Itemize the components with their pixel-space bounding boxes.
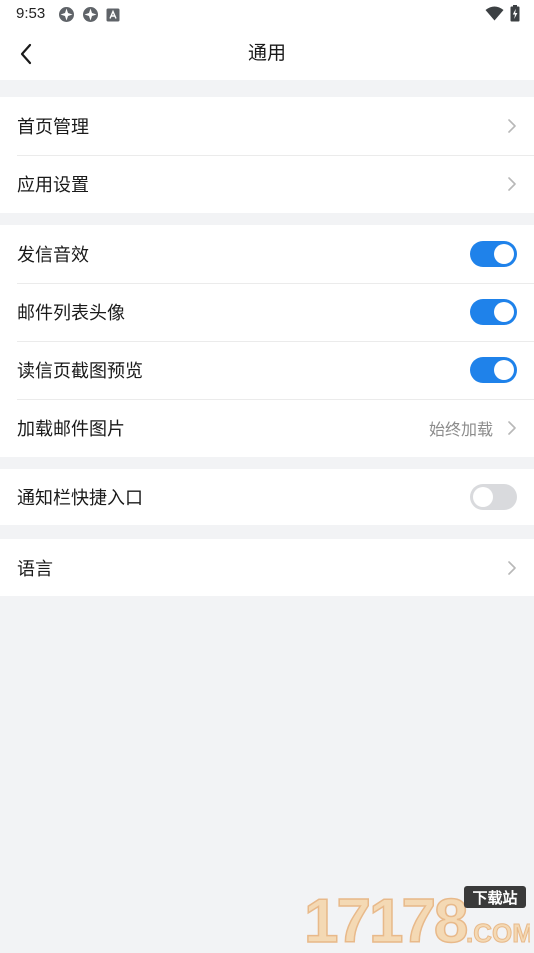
watermark-number: 17178	[304, 887, 467, 948]
row-label: 首页管理	[17, 113, 507, 139]
battery-charging-icon	[510, 5, 520, 22]
load-mail-images-item[interactable]: 加载邮件图片 始终加载	[0, 399, 534, 457]
row-label: 发信音效	[17, 241, 470, 267]
toggle-knob	[494, 244, 514, 264]
row-label: 应用设置	[17, 171, 507, 197]
row-label: 邮件列表头像	[17, 299, 470, 325]
status-system-icons	[485, 5, 520, 22]
status-notification-icons	[58, 6, 120, 23]
send-sound-toggle[interactable]	[470, 241, 517, 267]
read-screenshot-preview-toggle[interactable]	[470, 357, 517, 383]
notification-shortcut-item: 通知栏快捷入口	[0, 469, 534, 525]
mail-list-avatar-toggle[interactable]	[470, 299, 517, 325]
app-notification-icon	[82, 6, 99, 23]
chevron-right-icon	[507, 420, 517, 436]
settings-group-home: 首页管理 应用设置	[0, 97, 534, 213]
row-label: 通知栏快捷入口	[17, 484, 470, 510]
page-title: 通用	[0, 28, 534, 80]
notification-shortcut-toggle[interactable]	[470, 484, 517, 510]
wifi-icon	[485, 6, 504, 21]
back-button[interactable]	[12, 40, 40, 68]
chevron-right-icon	[507, 118, 517, 134]
status-time: 9:53	[16, 5, 45, 22]
nav-bar: 通用	[0, 28, 534, 80]
row-label: 读信页截图预览	[17, 357, 470, 383]
row-label: 语言	[17, 555, 507, 581]
read-screenshot-preview-item: 读信页截图预览	[0, 341, 534, 399]
chevron-right-icon	[507, 560, 517, 576]
text-notification-icon	[106, 8, 120, 22]
settings-group-mail: 发信音效 邮件列表头像 读信页截图预览 加载邮件图片 始终加载	[0, 225, 534, 457]
settings-group-notification: 通知栏快捷入口	[0, 469, 534, 525]
row-label: 加载邮件图片	[17, 415, 429, 441]
status-bar: 9:53	[0, 0, 534, 28]
site-watermark: 17178 下载站 .COM	[302, 882, 530, 948]
language-item[interactable]: 语言	[0, 539, 534, 596]
send-sound-item: 发信音效	[0, 225, 534, 283]
back-chevron-icon	[19, 43, 33, 65]
watermark-suffix: .COM	[466, 918, 530, 948]
toggle-knob	[473, 487, 493, 507]
toggle-knob	[494, 302, 514, 322]
toggle-knob	[494, 360, 514, 380]
app-notification-icon	[58, 6, 75, 23]
watermark-badge: 下载站	[472, 889, 517, 907]
chevron-right-icon	[507, 176, 517, 192]
mail-list-avatar-item: 邮件列表头像	[0, 283, 534, 341]
homepage-management-item[interactable]: 首页管理	[0, 97, 534, 155]
app-settings-item[interactable]: 应用设置	[0, 155, 534, 213]
load-mail-images-value: 始终加载	[429, 416, 493, 440]
settings-group-language: 语言	[0, 539, 534, 596]
